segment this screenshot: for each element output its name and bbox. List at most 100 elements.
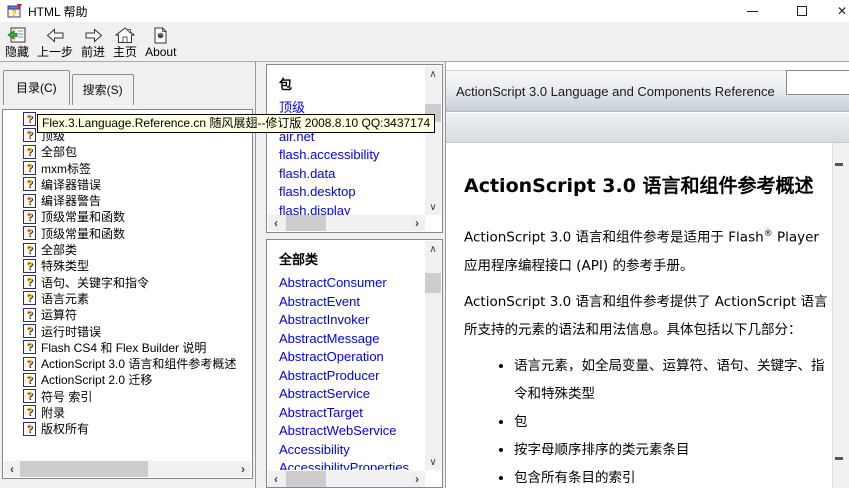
- class-link[interactable]: AbstractOperation: [279, 348, 425, 367]
- tree-item[interactable]: 编译器错误: [3, 176, 252, 192]
- registered-mark: ®: [764, 229, 773, 239]
- class-link[interactable]: AbstractConsumer: [279, 274, 425, 293]
- help-topic-icon: [23, 128, 36, 142]
- forward-button[interactable]: 前进: [77, 25, 109, 60]
- maximize-button[interactable]: [788, 0, 816, 22]
- class-link[interactable]: AbstractProducer: [279, 367, 425, 386]
- classes-hscroll-thumb[interactable]: [286, 471, 326, 487]
- back-button[interactable]: 上一步: [33, 25, 77, 60]
- tree-item[interactable]: 符号 索引: [3, 388, 252, 404]
- packages-header: 包: [279, 74, 425, 93]
- tree-item[interactable]: 编译器警告: [3, 192, 252, 208]
- help-topic-icon: [23, 291, 36, 305]
- class-link[interactable]: AbstractWebService: [279, 422, 425, 441]
- classes-scroll-thumb[interactable]: [425, 273, 441, 293]
- tree-item[interactable]: mxm标签: [3, 160, 252, 176]
- hide-button-label: 隐藏: [5, 46, 29, 59]
- help-topic-icon: [23, 324, 36, 338]
- class-link[interactable]: AbstractMessage: [279, 330, 425, 349]
- packages-vertical-scrollbar[interactable]: ∧ ∨: [425, 66, 441, 215]
- banner-title: ActionScript 3.0 Language and Components…: [456, 84, 775, 99]
- scroll-down-icon[interactable]: [835, 457, 843, 460]
- tree-item[interactable]: 顶级常量和函数: [3, 225, 252, 241]
- scroll-up-icon[interactable]: ∧: [425, 67, 441, 81]
- scroll-right-icon[interactable]: ›: [409, 215, 425, 231]
- hide-button[interactable]: 隐藏: [1, 25, 33, 60]
- topic-paragraph-2: ActionScript 3.0 语言和组件参考提供了 ActionScript…: [464, 288, 831, 344]
- packages-horizontal-scrollbar[interactable]: ‹ ›: [268, 215, 425, 231]
- tree-item[interactable]: Flash CS4 和 Flex Builder 说明: [3, 339, 252, 355]
- scroll-down-icon[interactable]: ∨: [425, 200, 441, 214]
- tree-item[interactable]: 附录: [3, 404, 252, 420]
- help-topic-icon: [23, 259, 36, 273]
- scroll-up-icon[interactable]: [835, 163, 843, 166]
- close-button[interactable]: ✕: [828, 0, 849, 22]
- about-button-label: About: [145, 46, 176, 59]
- classes-horizontal-scrollbar[interactable]: ‹ ›: [268, 471, 425, 487]
- help-topic-icon: [23, 112, 36, 126]
- scroll-left-icon[interactable]: ‹: [4, 461, 20, 477]
- back-button-label: 上一步: [37, 46, 73, 59]
- tree-item[interactable]: 语句、关键字和指令: [3, 274, 252, 290]
- class-link[interactable]: AbstractInvoker: [279, 311, 425, 330]
- help-topic-icon: [23, 194, 36, 208]
- scroll-right-icon[interactable]: ›: [409, 471, 425, 487]
- topic-paragraph-1: ActionScript 3.0 语言和组件参考是适用于 Flash® Play…: [464, 220, 831, 280]
- tree-item[interactable]: ActionScript 2.0 迁移: [3, 372, 252, 388]
- tree-scroll-thumb[interactable]: [20, 461, 148, 477]
- class-link[interactable]: AbstractEvent: [279, 293, 425, 312]
- tree-horizontal-scrollbar[interactable]: ‹ ›: [4, 461, 251, 477]
- class-link[interactable]: Accessibility: [279, 441, 425, 460]
- home-button-label: 主页: [113, 46, 137, 59]
- tree-item[interactable]: 运算符: [3, 307, 252, 323]
- scroll-down-icon[interactable]: ∨: [425, 455, 441, 469]
- minimize-button[interactable]: [738, 0, 766, 22]
- banner-subbar: [446, 113, 849, 143]
- tree-item[interactable]: 语言元素: [3, 290, 252, 306]
- class-link[interactable]: AbstractService: [279, 385, 425, 404]
- help-topic-icon: [23, 389, 36, 403]
- home-button[interactable]: 主页: [109, 25, 141, 60]
- help-topic-icon: [23, 422, 36, 436]
- help-topic-icon: [23, 145, 36, 159]
- content-scrollbar[interactable]: [832, 143, 849, 488]
- help-topic-icon: [23, 177, 36, 191]
- tree-item[interactable]: 运行时错误: [3, 323, 252, 339]
- help-topic-icon: [23, 243, 36, 257]
- svg-text:?: ?: [11, 8, 17, 18]
- about-document-icon: [153, 26, 168, 44]
- help-topic-icon: [23, 373, 36, 387]
- class-link[interactable]: AbstractTarget: [279, 404, 425, 423]
- package-link[interactable]: flash.display: [279, 202, 425, 216]
- tab-contents[interactable]: 目录(C): [3, 70, 70, 105]
- classes-vertical-scrollbar[interactable]: ∧ ∨: [425, 241, 441, 470]
- class-link[interactable]: AccessibilityProperties: [279, 459, 425, 470]
- tab-search[interactable]: 搜索(S): [72, 74, 134, 105]
- titlebar: ? HTML 帮助 ✕: [0, 0, 849, 22]
- scroll-left-icon[interactable]: ‹: [268, 215, 284, 231]
- tree-item[interactable]: 全部包: [3, 144, 252, 160]
- overview-bullet-list: 语言元素，如全局变量、运算符、语句、关键字、指令和特殊类型 包 按字母顺序排序的…: [464, 352, 831, 488]
- about-button[interactable]: About: [141, 25, 180, 60]
- tree-item[interactable]: 顶级常量和函数: [3, 209, 252, 225]
- scroll-up-icon[interactable]: ∧: [425, 242, 441, 256]
- topic-heading: ActionScript 3.0 语言和组件参考概述: [464, 173, 831, 199]
- minimize-icon: [747, 11, 758, 12]
- tree-item[interactable]: 全部类: [3, 241, 252, 257]
- package-link[interactable]: flash.data: [279, 165, 425, 184]
- tree-item[interactable]: 特殊类型: [3, 258, 252, 274]
- overview-bullet: 语言元素，如全局变量、运算符、语句、关键字、指令和特殊类型: [514, 352, 831, 408]
- tree-item[interactable]: 版权所有: [3, 421, 252, 437]
- reference-search-input[interactable]: [786, 70, 849, 95]
- tree-item[interactable]: ActionScript 3.0 语言和组件参考概述: [3, 355, 252, 371]
- scroll-left-icon[interactable]: ‹: [268, 471, 284, 487]
- scroll-right-icon[interactable]: ›: [235, 461, 251, 477]
- overview-bullet: 包含所有条目的索引: [514, 464, 831, 488]
- package-link[interactable]: flash.desktop: [279, 183, 425, 202]
- package-link[interactable]: flash.accessibility: [279, 146, 425, 165]
- hide-panel-icon: [7, 26, 27, 44]
- home-icon: [115, 26, 135, 44]
- packages-hscroll-thumb[interactable]: [286, 215, 326, 231]
- classes-header: 全部类: [279, 249, 425, 268]
- packages-panel: 包 顶级 air.net flash.accessibility flash.d…: [266, 64, 443, 233]
